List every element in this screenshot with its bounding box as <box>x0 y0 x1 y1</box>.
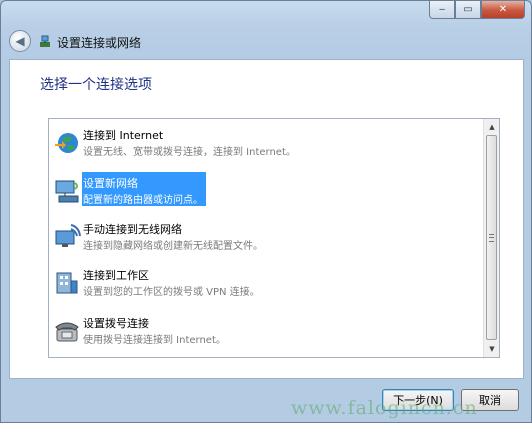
scroll-down-icon: ▼ <box>489 345 495 353</box>
close-button[interactable]: ✕ <box>481 1 525 19</box>
option-name: 设置新网络 <box>83 177 138 190</box>
wireless-monitor-icon <box>55 224 81 247</box>
option-dialup[interactable]: 设置拨号连接 使用拨号连接连接到 Internet。 <box>51 311 476 351</box>
grip-icon <box>489 233 494 242</box>
window-title: 设置连接或网络 <box>57 36 142 50</box>
back-button[interactable]: ◀ <box>9 30 31 52</box>
scroll-down-button[interactable]: ▼ <box>484 341 499 357</box>
option-desc: 连接到隐藏网络或创建新无线配置文件。 <box>83 241 263 252</box>
option-setup-new-network[interactable]: 设置新网络 配置新的路由器或访问点。 <box>51 171 476 211</box>
minimize-button[interactable]: ‒ <box>429 1 455 19</box>
page-heading: 选择一个连接选项 <box>40 77 152 93</box>
option-name: 设置拨号连接 <box>83 317 149 330</box>
network-setup-icon <box>40 35 50 47</box>
minimize-icon: ‒ <box>438 3 446 15</box>
scroll-up-icon: ▲ <box>489 123 495 131</box>
option-manual-wireless[interactable]: 手动连接到无线网络 连接到隐藏网络或创建新无线配置文件。 <box>51 217 476 257</box>
option-name: 手动连接到无线网络 <box>83 223 182 236</box>
option-desc: 设置到您的工作区的拨号或 VPN 连接。 <box>83 287 260 298</box>
caption-buttons: ‒ ▭ ✕ <box>429 1 525 19</box>
option-desc: 配置新的路由器或访问点。 <box>83 195 203 206</box>
workplace-icon <box>56 272 78 294</box>
option-name: 连接到工作区 <box>83 269 149 282</box>
scroll-up-button[interactable]: ▲ <box>484 119 499 135</box>
globe-network-icon <box>55 133 78 153</box>
maximize-button[interactable]: ▭ <box>455 1 481 19</box>
maximize-icon: ▭ <box>463 3 473 15</box>
option-name: 连接到 Internet <box>83 129 164 142</box>
option-desc: 使用拨号连接连接到 Internet。 <box>83 335 226 346</box>
vertical-scrollbar[interactable]: ▲ ▼ <box>483 119 499 357</box>
option-connect-internet[interactable]: 连接到 Internet 设置无线、宽带或拨号连接，连接到 Internet。 <box>51 123 476 163</box>
watermark-text: www.falogincn.cn <box>291 397 478 419</box>
option-connect-workplace[interactable]: 连接到工作区 设置到您的工作区的拨号或 VPN 连接。 <box>51 263 476 303</box>
content-panel: 选择一个连接选项 连接到 Internet 设置无线、宽带或拨号连接，连接到 I… <box>9 59 524 379</box>
close-icon: ✕ <box>498 3 508 15</box>
dialog-window: ‒ ▭ ✕ ◀ 设置连接或网络 选择一个连接选项 连接到 Internet 设置… <box>0 0 532 423</box>
back-arrow-icon: ◀ <box>15 34 25 48</box>
telephone-icon <box>55 322 79 342</box>
router-setup-icon <box>55 180 79 203</box>
option-desc: 设置无线、宽带或拨号连接，连接到 Internet。 <box>83 147 296 158</box>
connection-options-list[interactable]: 连接到 Internet 设置无线、宽带或拨号连接，连接到 Internet。 … <box>48 118 500 358</box>
scroll-thumb[interactable] <box>486 135 497 340</box>
